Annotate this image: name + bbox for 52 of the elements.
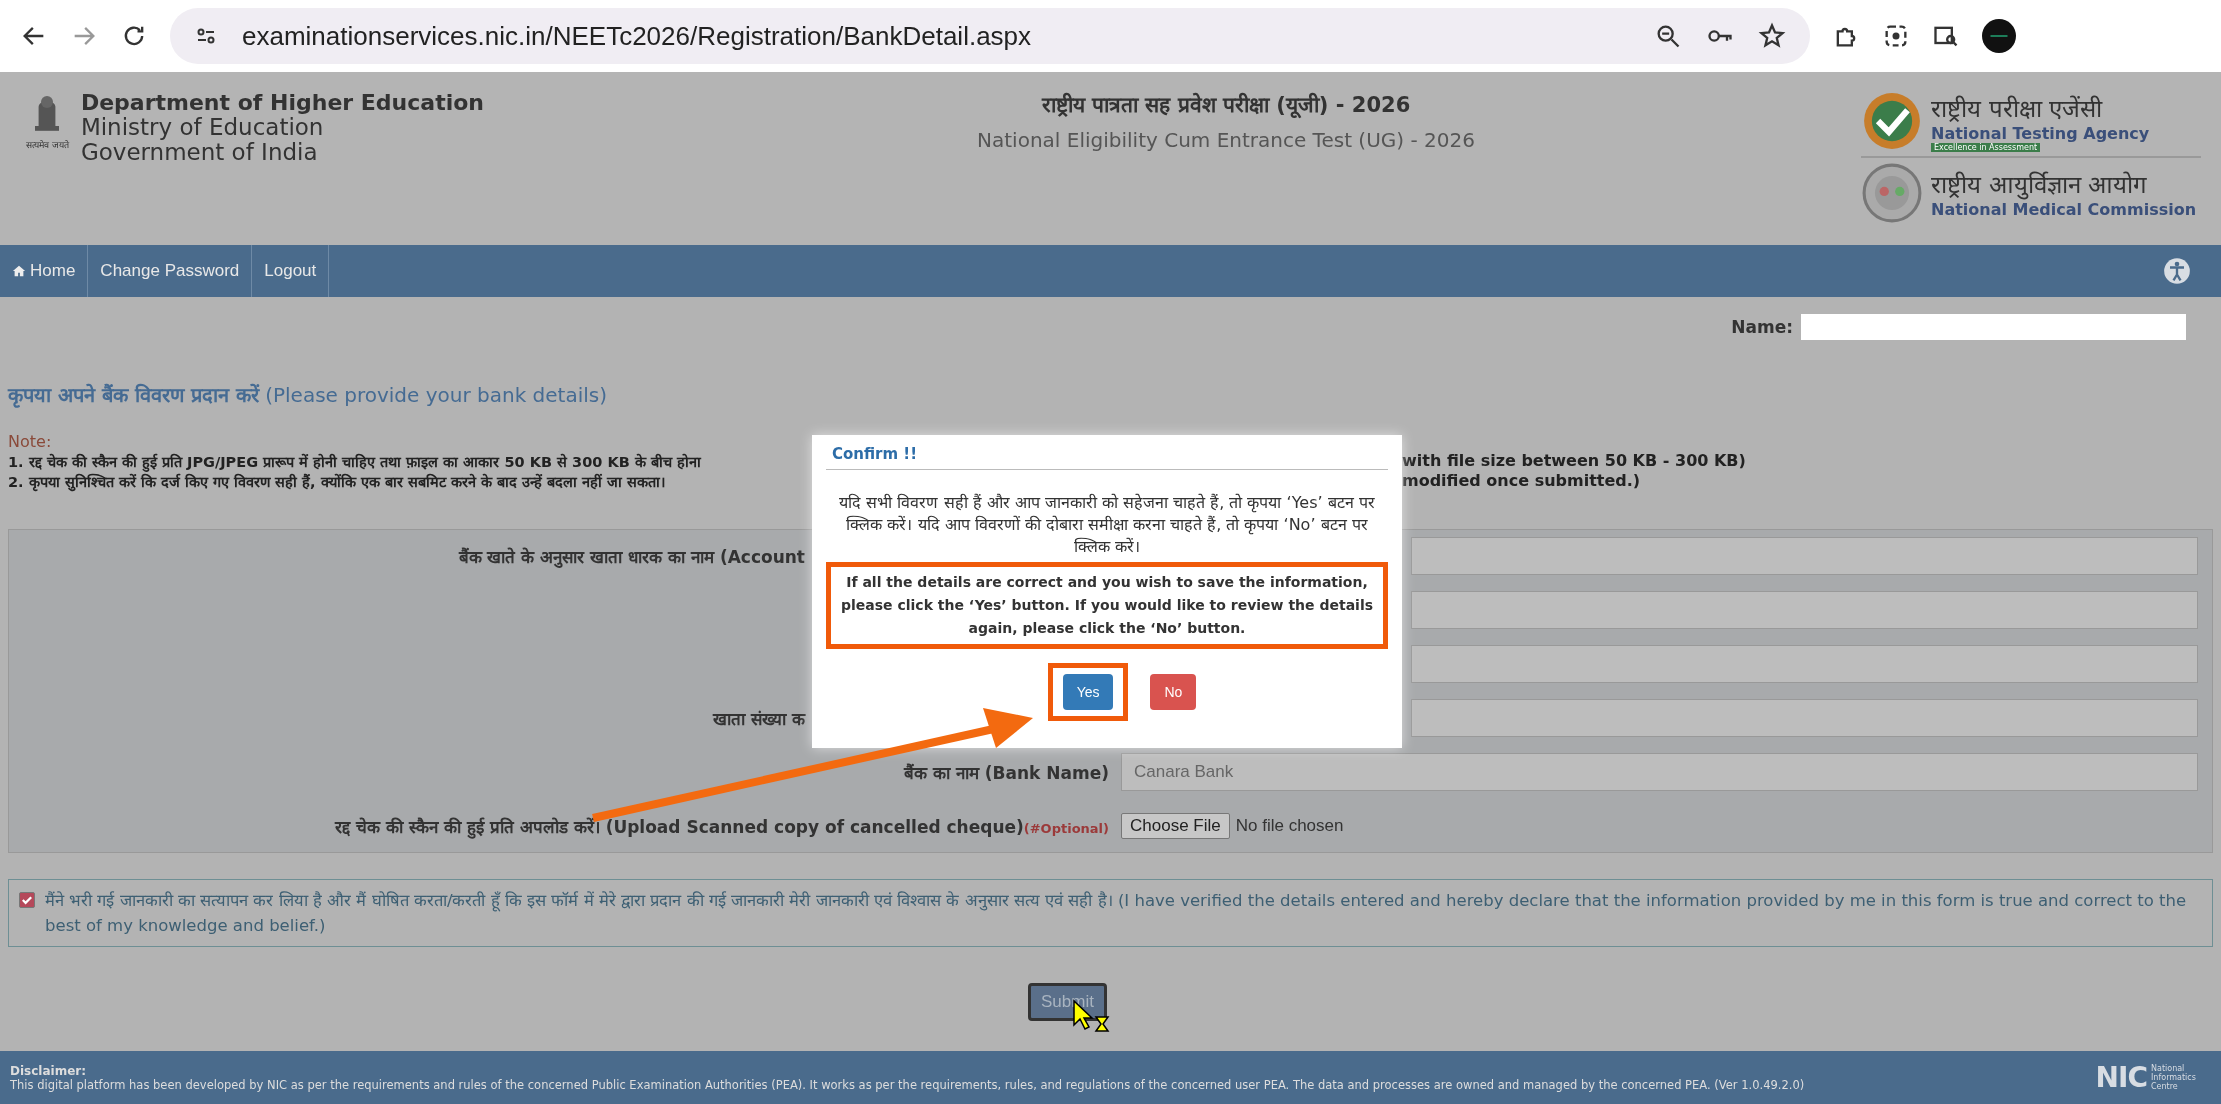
dialog-message: If all the details are correct and you wish to save the information, please click the ‘Yes’ button. If you would like to review the details again, please click the ‘No’ button. bbox=[826, 562, 1388, 649]
address-bar[interactable]: examinationservices.nic.in/NEETc2026/Registration/BankDetail.aspx bbox=[170, 8, 1810, 64]
text-field[interactable]: Canara Bank bbox=[1121, 753, 2198, 791]
url-text: examinationservices.nic.in/NEETc2026/Registration/BankDetail.aspx bbox=[242, 20, 1032, 52]
star-icon[interactable] bbox=[1758, 22, 1786, 50]
agency-name: National Testing Agency bbox=[1931, 123, 2150, 143]
agency-name-hindi: राष्ट्रीय परीक्षा एजेंसी bbox=[1931, 93, 2104, 124]
nav-link[interactable]: Logout bbox=[252, 245, 330, 297]
section-title: कृपया अपने बैंक विवरण प्रदान करें (Please provide your bank details) bbox=[6, 382, 609, 408]
dialog-message-hindi: यदि सभी विवरण सही हैं और आप जानकारी को सहेजना चाहते हैं, तो कृपया ‘Yes’ बटन पर क्लिक करें। यदि आप विवरणों की दोबारा समीक्षा करना चाहते हैं, तो कृपया ‘No’ बटन पर क्लिक करें। bbox=[838, 492, 1376, 558]
note-text: 1. रद्द चेक की स्कैन की हुई प्रति JPG/JPEG प्रारूप में होनी चाहिए तथा फ़ाइल का आकार 50 KB से 300 KB के बीच होना bbox=[8, 452, 703, 471]
declaration-text: मैंने भरी गई जानकारी का सत्यापन कर लिया है और मैं घोषित करता/करती हूँ कि इस फॉर्म में मेरे द्वारा प्रदान की गई जानकारी मेरी जानकारी एवं विश्वास के अनुसार सत्य एवं सही है। (I have verified the details entered and hereby declare that the information provided by me in this form is true and correct to the best of my knowledge and belief.) bbox=[45, 890, 2188, 937]
nav-link[interactable]: Change Password bbox=[88, 245, 253, 297]
note-text: 2. कृपया सुनिश्चित करें कि दर्ज किए गए विवरण सही हैं, क्योंकि एक बार सबमिट करने के बाद उन्हें बदला नहीं जा सकता। bbox=[8, 472, 668, 491]
disclaimer-text: This digital platform has been developed by NIC as per the requirements and rules of the concerned Public Examination Authorities (PEA). It works as per the requirements, rules, and regulations of the concerned user PEA. The data and processes are owned and managed by the concerned PEA. (Ver 1.0.49.2.0) bbox=[10, 1077, 1805, 1092]
file-status-text: No file chosen bbox=[1235, 816, 1344, 836]
exam-title: राष्ट्रीय पात्रता सह प्रवेश परीक्षा (यूजी) - 2026 bbox=[1041, 91, 1411, 118]
logo-text: NIC bbox=[2095, 1061, 2147, 1094]
disclaimer-title: Disclaimer: bbox=[10, 1063, 87, 1078]
note-text: with file size between 50 KB - 300 KB) bbox=[1402, 451, 1747, 471]
tagline-badge: Excellence in Assessment bbox=[1931, 142, 2041, 152]
text-field[interactable] bbox=[1411, 537, 2198, 575]
commission-name: National Medical Commission bbox=[1931, 200, 2197, 219]
department-text: Ministry of Education bbox=[80, 115, 325, 140]
logo-caption: National Informatics Centre bbox=[2151, 1064, 2197, 1091]
nav-link[interactable]: Home bbox=[0, 245, 89, 297]
text-field[interactable] bbox=[1411, 645, 2198, 683]
text-field[interactable] bbox=[1411, 699, 2198, 737]
field-label: खाता संख्या क bbox=[713, 708, 805, 729]
field-label: बैंक का नाम (Bank Name) bbox=[904, 762, 1109, 783]
choose-file-button[interactable]: Choose File bbox=[1121, 813, 1230, 839]
name-label: Name: bbox=[1731, 317, 1793, 337]
department-text: Department of Higher Education bbox=[80, 90, 484, 115]
checkbox[interactable] bbox=[19, 892, 35, 908]
note-text: modified once submitted.) bbox=[1402, 471, 1642, 491]
text-field[interactable] bbox=[1411, 591, 2198, 629]
accessibility-icon[interactable] bbox=[2163, 257, 2191, 285]
commission-name-hindi: राष्ट्रीय आयुर्विज्ञान आयोग bbox=[1931, 170, 2149, 200]
note-label: Note: bbox=[8, 432, 53, 451]
checkmark-logo-icon bbox=[1861, 90, 1923, 152]
no-button[interactable]: No bbox=[1150, 674, 1197, 710]
motto-text: सत्यमेव जयते bbox=[26, 139, 69, 151]
department-text: Government of India bbox=[80, 140, 319, 165]
yes-button[interactable]: Yes bbox=[1062, 674, 1114, 710]
avatar-icon[interactable] bbox=[1982, 19, 2016, 53]
home-icon bbox=[12, 264, 26, 278]
dialog-title: Confirm !! bbox=[826, 445, 1388, 470]
field-label: बैंक खाते के अनुसार खाता धारक का नाम (Account bbox=[458, 546, 805, 567]
field-label: रद्द चेक की स्कैन की हुई प्रति अपलोड करें। (Upload Scanned copy of cancelled cheque)(#Optional) bbox=[335, 816, 1109, 837]
seal-logo-icon bbox=[1861, 162, 1923, 224]
exam-subtitle: National Eligibility Cum Entrance Test (UG) - 2026 bbox=[977, 128, 1475, 152]
submit-button[interactable]: Submit bbox=[1028, 983, 1107, 1021]
